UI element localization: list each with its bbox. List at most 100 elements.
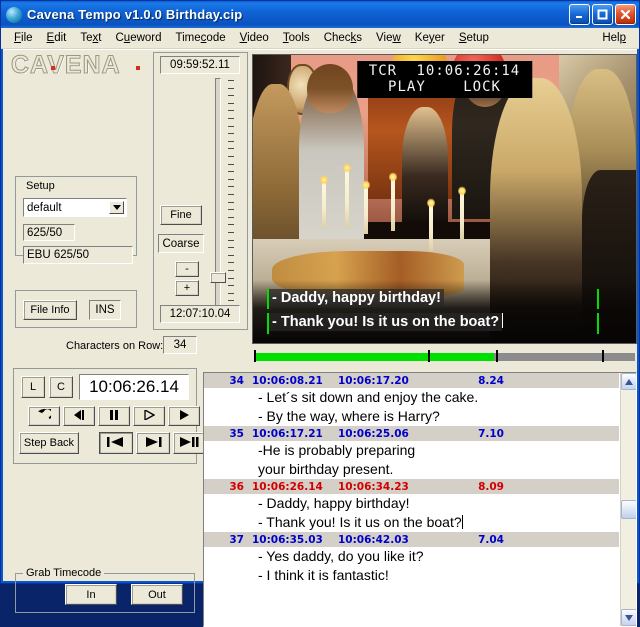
subtitle-row-text[interactable]: - Let´s sit down and enjoy the cake. - By… (204, 388, 619, 426)
menu-keyer[interactable]: Keyer (408, 30, 452, 47)
scroll-down-button[interactable] (621, 609, 636, 626)
increment-button[interactable]: + (175, 280, 199, 296)
progress-tick-mid1 (428, 350, 430, 362)
app-icon (6, 6, 22, 23)
setup-standard-value: 625/50 (27, 226, 63, 239)
tcr-status-line: PLAY LOCK (369, 79, 520, 95)
trackbar-thumb[interactable] (210, 272, 226, 284)
subtitle-row-out: 10:06:25.06 (338, 427, 409, 440)
fine-button[interactable]: Fine (160, 205, 202, 225)
menu-cueword[interactable]: Cueword (108, 30, 168, 47)
menu-video[interactable]: Video (233, 30, 276, 47)
client-area: CAVENA Setup default 625/50 EBU 625/50 F… (3, 49, 637, 627)
close-button[interactable] (615, 4, 636, 25)
subtitle-row-text[interactable]: - Yes daddy, do you like it? - I think it… (204, 547, 619, 585)
jump-to-start-button[interactable] (99, 432, 133, 454)
subtitle-text-line: - Daddy, happy birthday! (258, 495, 410, 511)
setup-standard-field: 625/50 (23, 224, 75, 241)
tcr-value: 10:06:26:14 (416, 63, 521, 79)
jump-to-end-button[interactable] (173, 432, 207, 454)
video-progress-bar[interactable] (252, 350, 637, 362)
jump-to-end-icon (180, 436, 200, 450)
subtitle-row-header[interactable]: 35 10:06:17.21 10:06:25.06 7.10 (204, 426, 619, 441)
grab-in-button[interactable]: In (65, 584, 117, 605)
jump-forward-button[interactable] (136, 432, 170, 454)
subtitle-text-line: - By the way, where is Harry? (258, 408, 440, 424)
subtitle-row-header[interactable]: 37 10:06:35.03 10:06:42.03 7.04 (204, 532, 619, 547)
step-back-button[interactable]: Step Back (19, 432, 79, 454)
subtitle-overlay-row-1: - Daddy, happy birthday! (269, 289, 636, 311)
minimize-button[interactable] (569, 4, 590, 25)
transport-center-button[interactable]: C (49, 376, 73, 398)
step-back-frame-button[interactable] (63, 406, 95, 426)
subtitle-row-duration: 8.09 (478, 480, 504, 493)
scroll-up-button[interactable] (621, 373, 636, 390)
grab-in-label: In (86, 588, 96, 601)
subtitle-overlay-line-1: - Daddy, happy birthday! (269, 289, 444, 307)
subtitle-list-rows[interactable]: 34 10:06:08.21 10:06:17.20 8.24- Let´s sit … (204, 373, 619, 626)
play-outline-button[interactable] (133, 406, 165, 426)
logo-dot-right (136, 66, 140, 70)
subtitle-overlay-line-2: - Thank you! Is it us on the boat? (269, 313, 503, 331)
subtitle-row-in: 10:06:26.14 (252, 480, 323, 493)
progress-tick-start (254, 350, 256, 362)
menu-tools[interactable]: Tools (276, 30, 317, 47)
scrollbar-thumb[interactable] (621, 500, 636, 519)
subtitle-list[interactable]: 34 10:06:08.21 10:06:17.20 8.24- Let´s sit … (203, 372, 637, 627)
menu-timecode[interactable]: Timecode (169, 30, 233, 47)
loop-rewind-button[interactable] (28, 406, 60, 426)
menu-text[interactable]: Text (73, 30, 108, 47)
subtitle-row-in: 10:06:35.03 (252, 533, 323, 546)
fine-label: Fine (170, 209, 192, 221)
position-trackbar[interactable] (208, 78, 238, 310)
menu-file[interactable]: File (7, 30, 40, 47)
setup-profile-select[interactable]: default (23, 198, 127, 217)
subtitle-text-line: - Let´s sit down and enjoy the cake. (258, 389, 479, 405)
subtitle-row-text[interactable]: -He is probably preparing your birthday p… (204, 441, 619, 479)
step-back-label: Step Back (23, 437, 75, 449)
menu-edit[interactable]: Edit (40, 30, 74, 47)
menu-setup[interactable]: Setup (452, 30, 496, 47)
setup-profile-value: default (27, 201, 62, 214)
play-outline-icon (143, 408, 155, 423)
transport-left-button[interactable]: L (21, 376, 45, 398)
tcr-lock-status: LOCK (463, 79, 501, 95)
window-title: Cavena Tempo v1.0.0 Birthday.cip (27, 7, 243, 22)
jump-to-start-icon (107, 436, 125, 450)
subtitle-row-header[interactable]: 34 10:06:08.21 10:06:17.20 8.24 (204, 373, 619, 388)
subtitle-list-scrollbar[interactable] (620, 373, 636, 626)
subtitle-text-line: - Yes daddy, do you like it? (258, 548, 424, 564)
decrement-button[interactable]: - (175, 261, 199, 277)
plus-label: + (183, 282, 191, 294)
progress-track (254, 353, 635, 361)
cavena-logo: CAVENA (11, 51, 121, 79)
chevron-down-icon[interactable] (109, 201, 124, 214)
subtitle-overlay-row-2: - Thank you! Is it us on the boat? (269, 313, 636, 335)
tcr-play-status: PLAY (388, 79, 426, 95)
menu-checks[interactable]: Checks (317, 30, 369, 47)
video-preview[interactable]: TCR 10:06:26:14 PLAY LOCK - Daddy, happy… (252, 54, 637, 344)
window-controls (569, 4, 636, 25)
subtitle-row-in: 10:06:08.21 (252, 374, 323, 387)
setup-format-field: EBU 625/50 (23, 246, 133, 264)
play-button[interactable] (168, 406, 200, 426)
pause-button[interactable] (98, 406, 130, 426)
maximize-button[interactable] (592, 4, 613, 25)
characters-on-row-label: Characters on Row: (66, 340, 164, 352)
menu-view[interactable]: View (369, 30, 408, 47)
menu-help[interactable]: Help (595, 30, 633, 47)
title-bar: Cavena Tempo v1.0.0 Birthday.cip (1, 1, 639, 28)
subtitle-overlay: - Daddy, happy birthday! - Thank you! Is… (253, 289, 636, 337)
setup-format-value: EBU 625/50 (27, 249, 90, 261)
grab-out-button[interactable]: Out (131, 584, 183, 605)
tcr-label: TCR (368, 63, 398, 79)
file-info-button[interactable]: File Info (23, 300, 77, 320)
transport-center-label: C (57, 381, 65, 393)
subtitle-row-header[interactable]: 36 10:06:26.14 10:06:34.23 8.09 (204, 479, 619, 494)
subtitle-row-text[interactable]: - Daddy, happy birthday! - Thank you! Is … (204, 494, 619, 532)
subtitle-row-in: 10:06:17.21 (252, 427, 323, 440)
pause-icon (109, 409, 119, 423)
progress-fill (254, 353, 495, 361)
transport-timecode-field[interactable]: 10:06:26.14 (79, 374, 189, 400)
coarse-button[interactable]: Coarse (158, 234, 204, 253)
